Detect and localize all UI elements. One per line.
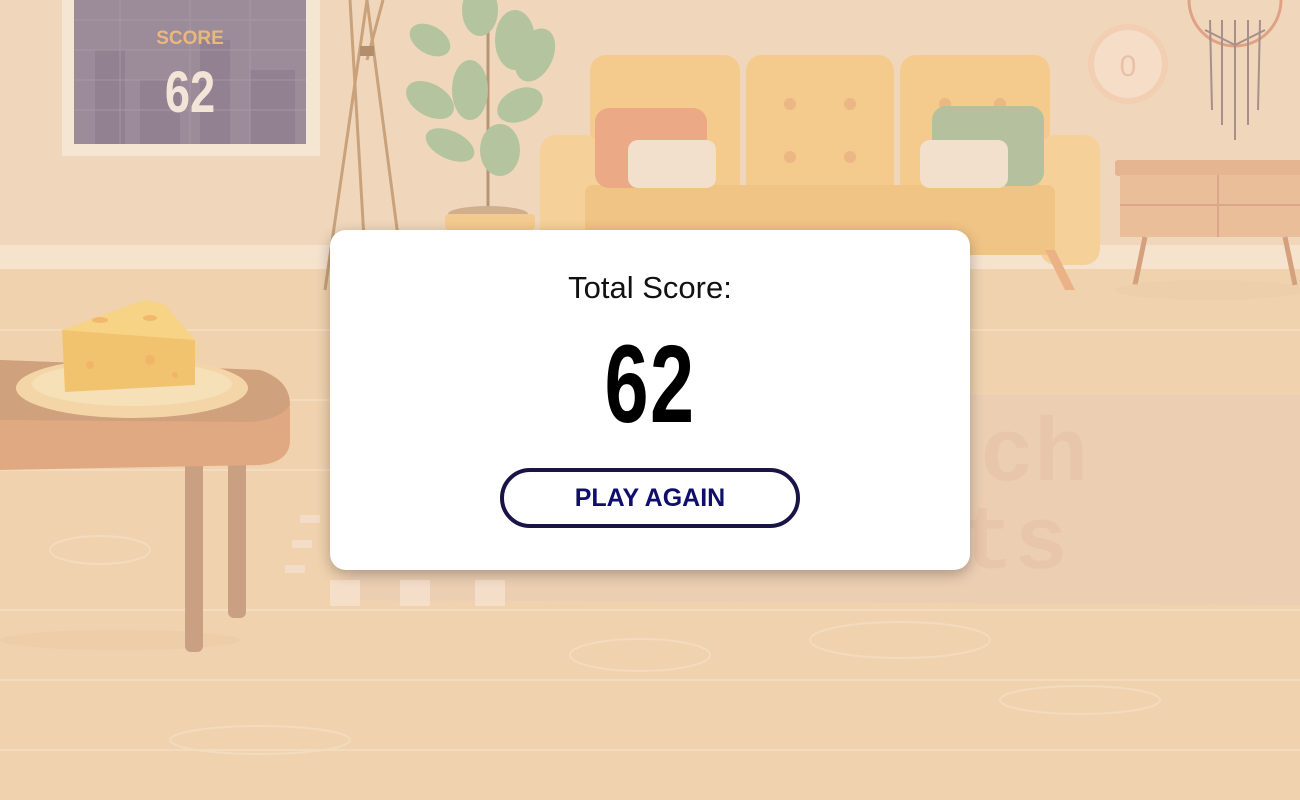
score-modal: Total Score: 62 PLAY AGAIN [330, 230, 970, 570]
total-score-value: 62 [604, 323, 696, 446]
total-score-label: Total Score: [568, 270, 732, 305]
play-again-button[interactable]: PLAY AGAIN [500, 468, 800, 528]
